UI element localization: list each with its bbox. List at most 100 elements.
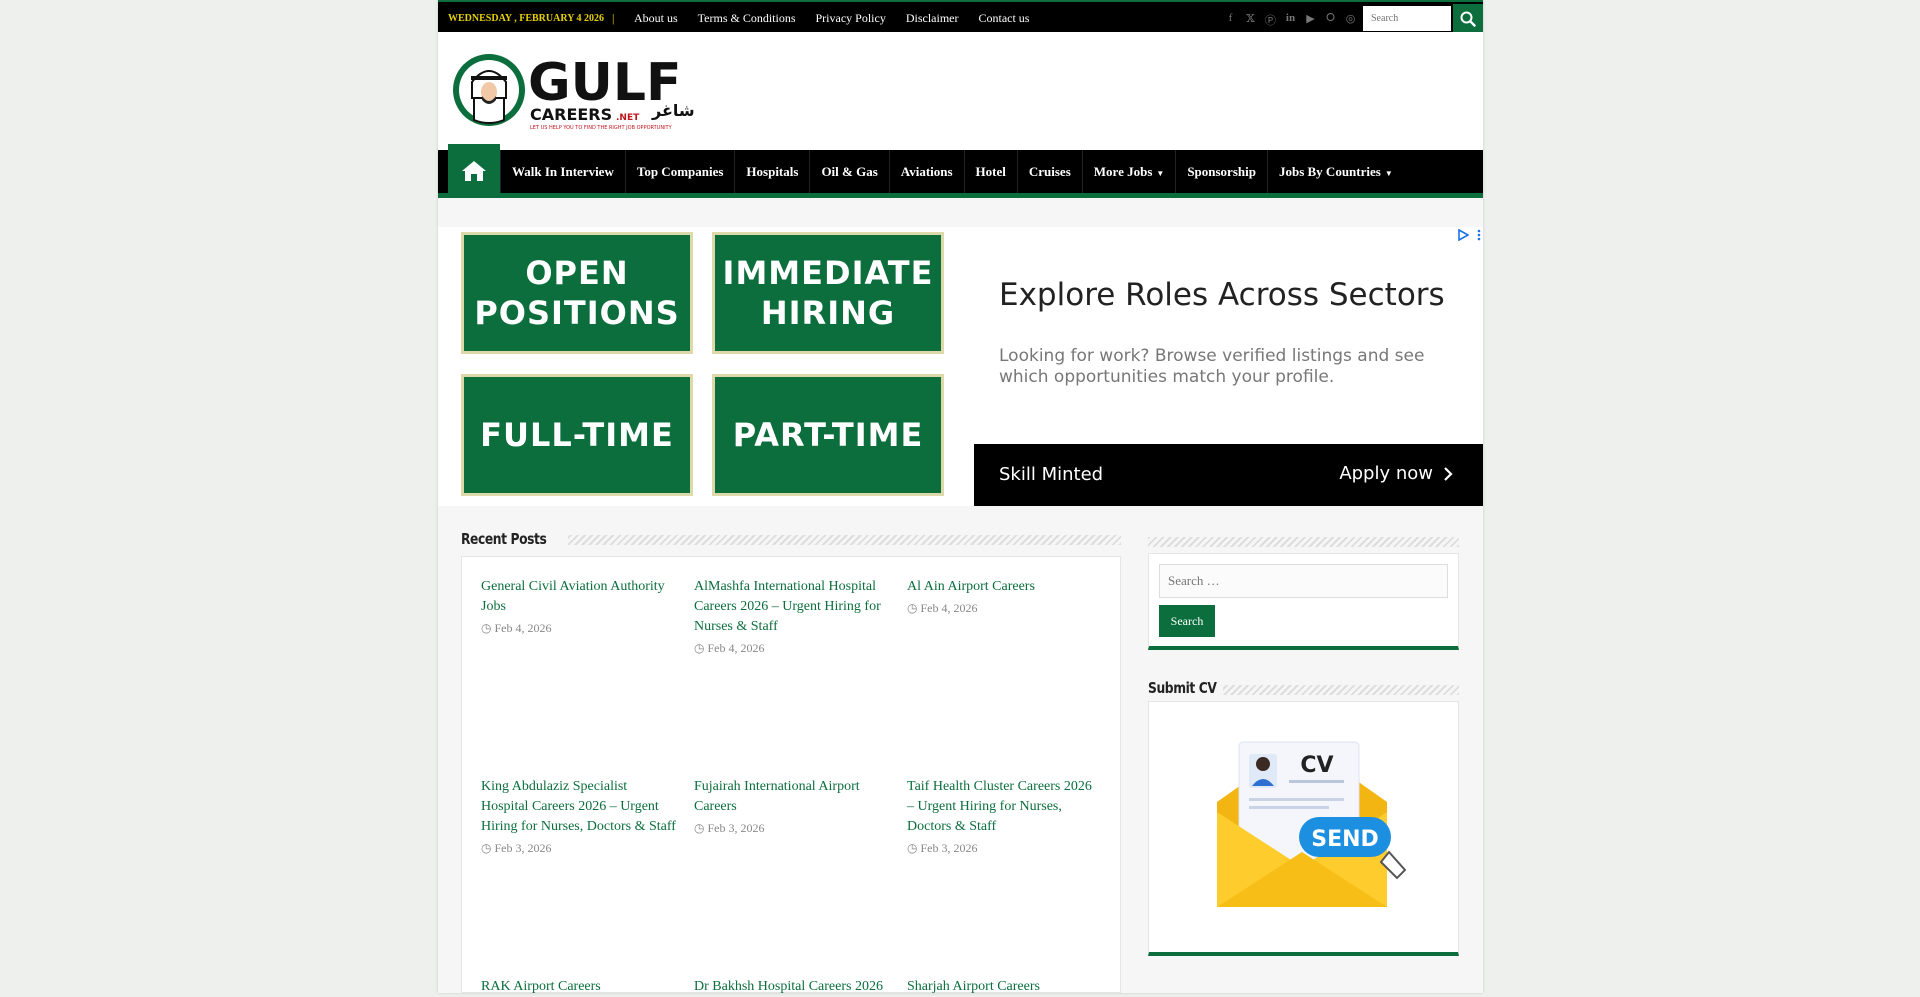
nav-items: Walk In Interview Top Companies Hospital… [500, 150, 1404, 193]
submit-cv-image[interactable]: CV SEND [1149, 702, 1460, 952]
main-nav: Walk In Interview Top Companies Hospital… [438, 144, 1483, 198]
nav-oil-gas[interactable]: Oil & Gas [809, 150, 888, 193]
nav-top-companies[interactable]: Top Companies [624, 150, 735, 193]
chevron-right-icon [1444, 466, 1453, 481]
ad-apply-button[interactable]: Apply now [1339, 463, 1453, 484]
social-icons: f 𝕏 Ⓟ in ▶ ⭘ ◎ [1224, 12, 1357, 28]
post-title[interactable]: King Abdulaziz Specialist Hospital Caree… [481, 777, 676, 837]
post-title[interactable]: Sharjah Airport Careers [907, 977, 1102, 997]
ad-tile-full-time[interactable]: FULL-TIME [461, 374, 693, 496]
nav-hotel[interactable]: Hotel [963, 150, 1017, 193]
logo-tagline: LET US HELP YOU TO FIND THE RIGHT JOB OP… [530, 125, 673, 131]
clock-icon: ◷ [907, 841, 918, 855]
post-date-text: Feb 4, 2026 [707, 641, 765, 655]
nav-label: Hotel [975, 164, 1006, 179]
submit-cv-widget[interactable]: CV SEND [1148, 701, 1459, 956]
site-logo[interactable]: GULF CAREERS .NET LET US HELP YOU TO FIN… [452, 52, 702, 132]
nav-walk-in-interview[interactable]: Walk In Interview [500, 150, 625, 193]
nav-aviations[interactable]: Aviations [888, 150, 964, 193]
facebook-icon[interactable]: f [1224, 12, 1237, 28]
caret-down-icon: ▼ [1384, 169, 1393, 178]
ad-tile-open-positions[interactable]: OPEN POSITIONS [461, 232, 693, 354]
ad-brand: Skill Minted [999, 464, 1104, 485]
sidebar-search-input[interactable] [1159, 564, 1448, 598]
post-date-text: Feb 3, 2026 [707, 821, 765, 835]
nav-more-jobs[interactable]: More Jobs ▼ [1081, 150, 1176, 193]
post-item: General Civil Aviation Authority Jobs ◷ F… [481, 577, 676, 636]
post-title[interactable]: Taif Health Cluster Careers 2026 – Urgen… [907, 777, 1102, 837]
pinterest-icon[interactable]: Ⓟ [1264, 12, 1277, 28]
advertisement[interactable]: OPEN POSITIONS IMMEDIATE HIRING FULL-TIM… [438, 227, 1483, 506]
top-link-terms[interactable]: Terms & Conditions [698, 11, 796, 26]
title-stripes [1223, 685, 1459, 695]
nav-label: Walk In Interview [512, 164, 614, 179]
post-date: ◷ Feb 4, 2026 [694, 641, 889, 656]
nav-cruises[interactable]: Cruises [1016, 150, 1082, 193]
logo-tld: .NET [616, 113, 640, 123]
ad-cta-label: Apply now [1339, 463, 1433, 484]
post-date-text: Feb 3, 2026 [494, 841, 552, 855]
nav-label: Cruises [1028, 164, 1071, 179]
sidebar-search-widget: Search [1148, 553, 1459, 650]
top-link-disclaimer[interactable]: Disclaimer [906, 11, 959, 26]
nav-label: Oil & Gas [821, 164, 878, 179]
top-search-button[interactable] [1453, 4, 1483, 34]
post-date-text: Feb 3, 2026 [920, 841, 978, 855]
home-icon [462, 161, 486, 181]
youtube-icon[interactable]: ▶ [1304, 12, 1317, 28]
post-title[interactable]: Dr Bakhsh Hospital Careers 2026 [694, 977, 889, 997]
search-icon [1460, 11, 1476, 27]
top-link-contact[interactable]: Contact us [978, 11, 1029, 26]
page-container: WEDNESDAY , FEBRUARY 4 2026 | About us T… [438, 0, 1483, 994]
post-title[interactable]: Fujairah International Airport Careers [694, 777, 889, 817]
ad-copy: Explore Roles Across Sectors Looking for… [974, 227, 1483, 506]
ad-description: Looking for work? Browse verified listin… [999, 346, 1425, 388]
nav-hospitals[interactable]: Hospitals [734, 150, 809, 193]
post-item: Sharjah Airport Careers [907, 977, 1102, 997]
adchoices-icon [1458, 229, 1469, 241]
post-title[interactable]: Al Ain Airport Careers [907, 577, 1102, 597]
logo-arabic: شاغر [651, 101, 695, 120]
ad-info[interactable] [1457, 229, 1481, 241]
recent-posts-box: General Civil Aviation Authority Jobs ◷ F… [461, 556, 1121, 994]
home-button[interactable] [448, 144, 500, 198]
top-link-about[interactable]: About us [634, 11, 678, 26]
linkedin-icon[interactable]: in [1284, 12, 1297, 28]
share-icon[interactable]: ⭘ [1324, 12, 1337, 28]
ad-tile-immediate-hiring[interactable]: IMMEDIATE HIRING [712, 232, 944, 354]
twitter-icon[interactable]: 𝕏 [1244, 12, 1257, 28]
post-item: Dr Bakhsh Hospital Careers 2026 [694, 977, 889, 997]
nav-sponsorship[interactable]: Sponsorship [1175, 150, 1267, 193]
post-date: ◷ Feb 3, 2026 [481, 841, 676, 856]
nav-label: Aviations [900, 164, 953, 179]
post-title[interactable]: AlMashfa International Hospital Careers … [694, 577, 889, 637]
top-link-privacy[interactable]: Privacy Policy [816, 11, 886, 26]
nav-jobs-by-countries[interactable]: Jobs By Countries ▼ [1266, 150, 1404, 193]
instagram-icon[interactable]: ◎ [1344, 12, 1357, 28]
post-date-text: Feb 4, 2026 [920, 601, 978, 615]
post-item: Taif Health Cluster Careers 2026 – Urgen… [907, 777, 1102, 856]
clock-icon: ◷ [694, 641, 705, 655]
ad-footer-bar[interactable]: Skill Minted Apply now [974, 444, 1483, 506]
sidebar-search-button[interactable]: Search [1159, 605, 1215, 637]
post-item: RAK Airport Careers [481, 977, 676, 997]
nav-label: Jobs By Countries [1278, 164, 1381, 179]
site-header: GULF CAREERS .NET LET US HELP YOU TO FIN… [438, 32, 1483, 150]
post-title[interactable]: RAK Airport Careers [481, 977, 676, 997]
post-item: Fujairah International Airport Careers ◷… [694, 777, 889, 836]
top-search-input[interactable] [1363, 6, 1451, 31]
top-bar: WEDNESDAY , FEBRUARY 4 2026 | About us T… [438, 0, 1483, 34]
post-date: ◷ Feb 4, 2026 [907, 601, 1102, 616]
post-item: AlMashfa International Hospital Careers … [694, 577, 889, 656]
post-item: King Abdulaziz Specialist Hospital Caree… [481, 777, 676, 856]
title-stripes [568, 535, 1121, 545]
ad-tile-part-time[interactable]: PART-TIME [712, 374, 944, 496]
post-date: ◷ Feb 3, 2026 [694, 821, 889, 836]
top-nav: About us Terms & Conditions Privacy Poli… [634, 11, 1029, 26]
post-date: ◷ Feb 3, 2026 [907, 841, 1102, 856]
ad-title[interactable]: Explore Roles Across Sectors [999, 277, 1445, 313]
post-title[interactable]: General Civil Aviation Authority Jobs [481, 577, 676, 617]
clock-icon: ◷ [907, 601, 918, 615]
more-options-icon [1477, 229, 1481, 241]
date-separator: | [612, 11, 615, 25]
